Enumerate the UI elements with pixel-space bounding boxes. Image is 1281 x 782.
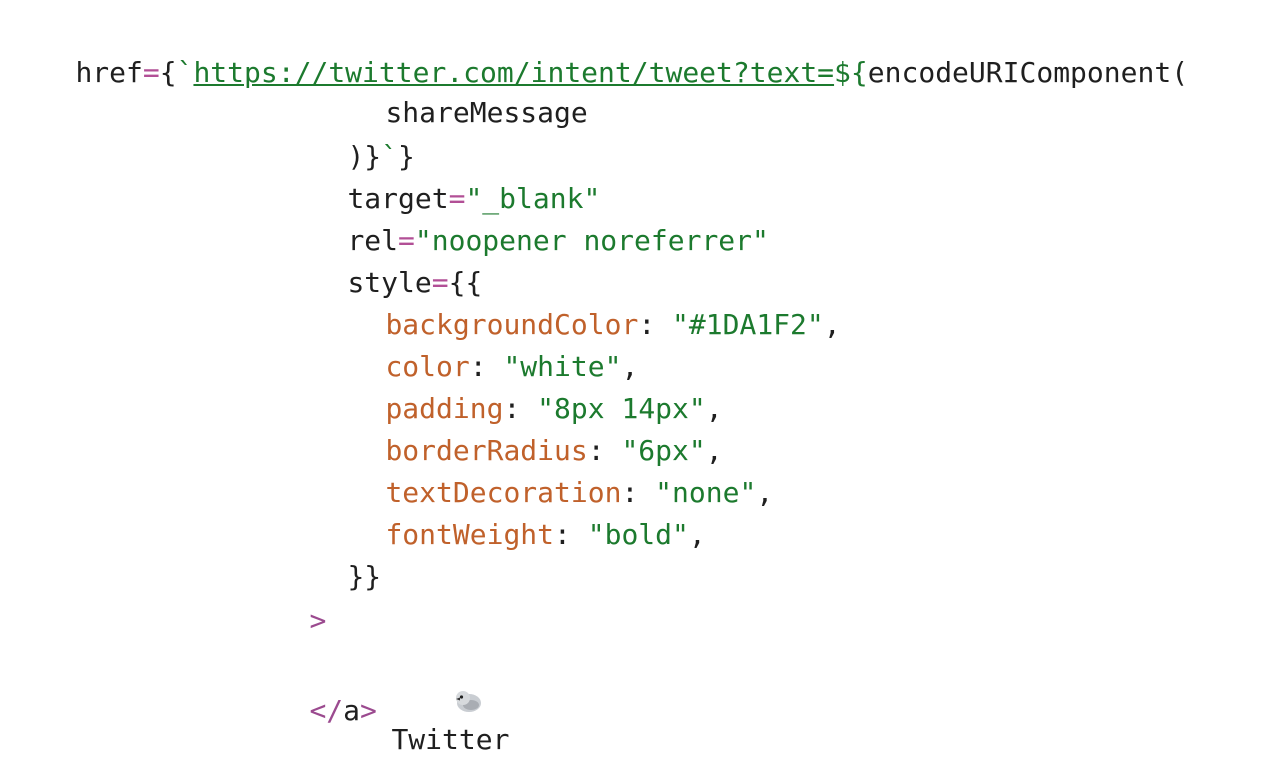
code-token: fontWeight: [385, 518, 555, 551]
code-line: </a>: [242, 654, 376, 727]
code-line: rel="noopener noreferrer": [280, 184, 768, 257]
code-token: }}: [347, 560, 382, 593]
code-line: Twitter: [284, 610, 509, 756]
code-token: ,: [823, 308, 841, 341]
code-token: :: [638, 308, 673, 341]
code-token: "bold": [587, 518, 689, 551]
code-token: shareMessage: [385, 96, 588, 129]
code-token: ,: [756, 476, 774, 509]
code-token: `: [176, 56, 194, 89]
code-line: backgroundColor: "#1DA1F2",: [318, 268, 840, 341]
code-line: color: "white",: [318, 310, 638, 383]
code-line: <a: [242, 740, 343, 782]
code-line: style={{: [280, 226, 482, 299]
code-line: padding: "8px 14px",: [318, 352, 722, 425]
code-line: shareMessage: [318, 56, 587, 129]
code-line: )}`}: [280, 100, 414, 173]
code-token: encodeURIComponent(: [867, 56, 1189, 89]
code-token: "#1DA1F2": [672, 308, 824, 341]
code-line: fontWeight: "bold",: [318, 478, 705, 551]
code-line: }}: [280, 520, 381, 593]
code-line: >: [242, 564, 326, 637]
code-token: {: [159, 56, 177, 89]
code-line: textDecoration: "none",: [318, 436, 773, 509]
code-token: href: [75, 56, 143, 89]
code-token: ${: [834, 56, 868, 89]
code-token: </: [309, 694, 344, 727]
code-token: >: [360, 694, 377, 727]
code-token: ,: [688, 518, 706, 551]
code-line: href={`https://twitter.com/intent/tweet?…: [8, 16, 1188, 89]
code-token: a: [343, 694, 361, 727]
code-line: borderRadius: "6px",: [318, 394, 722, 467]
code-token: =: [142, 56, 160, 89]
code-editor[interactable]: href={`https://twitter.com/intent/tweet?…: [0, 0, 1281, 782]
code-token: :: [554, 518, 588, 551]
code-line: target="_blank": [280, 142, 600, 215]
